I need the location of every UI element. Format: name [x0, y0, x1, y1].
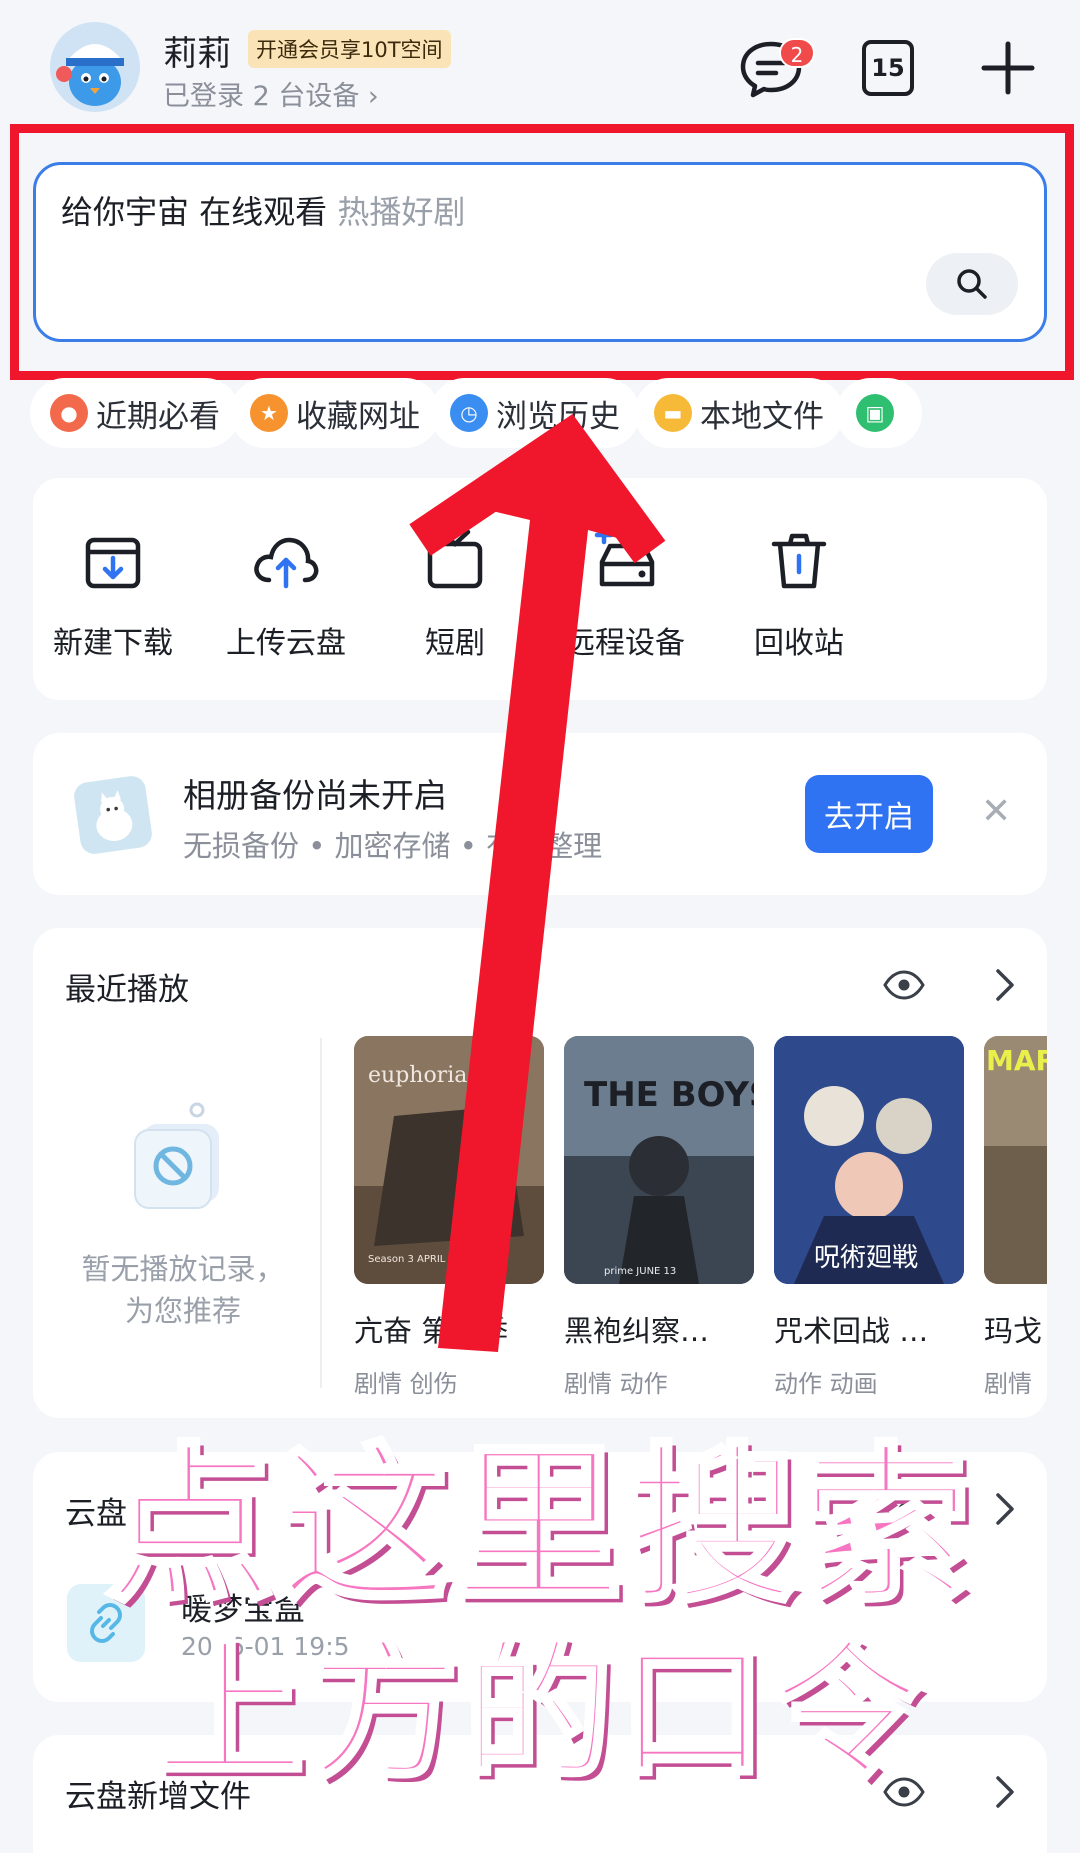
quick-access-chips: ● 近期必看 ★ 收藏网址 ◷ 浏览历史 ▬ 本地文件 ▣ — [0, 378, 1080, 448]
tool-remote-device[interactable]: 远程设备 — [525, 525, 725, 662]
folder-icon: ▬ — [654, 394, 692, 432]
film-reel-icon: ● — [50, 394, 88, 432]
poster-title: 黑袍纠察… — [564, 1314, 710, 1348]
header: 莉莉 开通会员享10T空间 已登录 2 台设备 › 2 15 — [0, 0, 1080, 122]
tool-label: 远程设备 — [565, 626, 685, 661]
tool-label: 回收站 — [754, 626, 844, 661]
backup-subtitle: 无损备份 • 加密存储 • 有序整理 — [183, 829, 603, 863]
backup-title: 相册备份尚未开启 — [183, 776, 447, 815]
tool-label: 新建下载 — [53, 626, 173, 661]
tool-new-download[interactable]: 新建下载 — [13, 526, 213, 662]
divider — [320, 1038, 322, 1388]
empty-history-text: 暂无播放记录，为您推荐 — [81, 1252, 285, 1328]
poster-title-text: 呪術廻戦 — [814, 1243, 918, 1273]
poster-caption: Season 3 APRIL 2026 — [368, 1254, 474, 1265]
calendar-icon[interactable]: 15 — [862, 40, 914, 96]
user-name: 莉莉 — [163, 34, 231, 74]
cloud-upload-icon — [254, 537, 319, 589]
message-badge: 2 — [779, 38, 815, 68]
poster-title: 玛戈 — [984, 1314, 1043, 1348]
enable-backup-button[interactable]: 去开启 — [805, 775, 933, 853]
chip-more[interactable]: ▣ — [836, 378, 922, 448]
poster-margot[interactable]: MAR GOT TRO — [984, 1036, 1047, 1284]
eye-icon[interactable] — [883, 970, 925, 1000]
chip-label: 收藏网址 — [296, 398, 420, 435]
chevron-right-icon[interactable] — [993, 967, 1017, 1003]
poster-title-text: THE BOYS — [584, 1075, 754, 1115]
chip-recent-must-watch[interactable]: ● 近期必看 — [30, 378, 240, 448]
clock-icon: ◷ — [450, 394, 488, 432]
poster-title: 咒术回战 … — [774, 1314, 929, 1348]
avatar[interactable] — [50, 22, 140, 112]
poster-euphoria[interactable]: euphoria Season 3 APRIL 2026 — [354, 1036, 544, 1284]
chip-label: 本地文件 — [700, 398, 824, 435]
tools-card: 新建下载 上传云盘 短剧 远程设备 回收站 — [33, 478, 1047, 700]
section-title: 最近播放 — [65, 972, 189, 1008]
overlay-caption-line2: 上方的口令 — [152, 1623, 925, 1802]
chip-local-files[interactable]: ▬ 本地文件 — [634, 378, 844, 448]
poster-the-boys[interactable]: THE BOYS prime JUNE 13 — [564, 1036, 754, 1284]
cat-photo-thumbnail — [72, 774, 154, 856]
chip-label: 浏览历史 — [496, 398, 620, 435]
album-backup-card: 相册备份尚未开启 无损备份 • 加密存储 • 有序整理 去开启 ✕ — [33, 733, 1047, 895]
poster-title-text: euphoria — [368, 1063, 467, 1088]
highlight-frame — [10, 124, 1074, 380]
chip-history[interactable]: ◷ 浏览历史 — [430, 378, 640, 448]
poster-caption: prime JUNE 13 — [604, 1266, 676, 1277]
poster-title-text: MAR GOT TRO — [986, 1044, 1047, 1077]
vip-badge[interactable]: 开通会员享10T空间 — [248, 30, 451, 68]
chip-label: 近期必看 — [96, 398, 220, 435]
chip-favorites[interactable]: ★ 收藏网址 — [230, 378, 440, 448]
close-icon[interactable]: ✕ — [981, 791, 1011, 832]
download-box-icon — [85, 537, 141, 589]
empty-box-icon — [134, 1102, 219, 1209]
logged-in-devices[interactable]: 已登录 2 台设备 › — [163, 74, 379, 113]
trash-icon — [771, 533, 827, 589]
poster-title: 亢奋 第三季 — [354, 1314, 509, 1348]
star-icon: ★ — [250, 394, 288, 432]
poster-jujutsu-kaisen[interactable]: 呪術廻戦 — [774, 1036, 964, 1284]
short-drama-icon — [427, 529, 483, 589]
android-icon: ▣ — [856, 394, 894, 432]
tool-recycle-bin[interactable]: 回收站 — [699, 526, 899, 662]
recent-play-card: 最近播放 暂无播放记录，为您推荐 euphoria Season 3 APRIL… — [33, 928, 1047, 1418]
remote-device-icon — [594, 525, 655, 587]
plus-icon[interactable] — [978, 38, 1038, 98]
